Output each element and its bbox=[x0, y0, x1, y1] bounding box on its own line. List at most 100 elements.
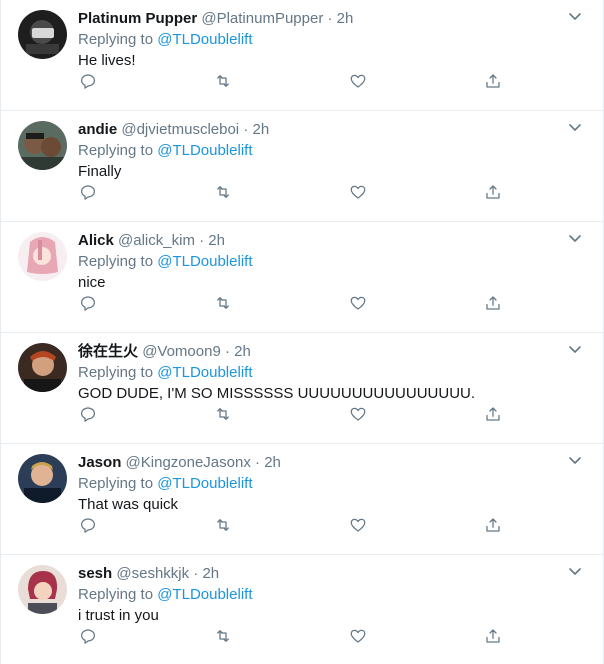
mention-link[interactable]: @TLDoublelift bbox=[157, 364, 252, 381]
tweet-actions bbox=[78, 513, 518, 537]
user-handle[interactable]: @djvietmuscleboi bbox=[121, 121, 239, 138]
tweet[interactable]: Jason @KingzoneJasonx · 2h Replying to @… bbox=[1, 444, 603, 555]
reply-icon[interactable] bbox=[76, 291, 100, 315]
reply-icon[interactable] bbox=[76, 513, 100, 537]
display-name[interactable]: sesh bbox=[78, 565, 112, 582]
display-name[interactable]: 徐在生火 bbox=[78, 343, 138, 360]
tweet-header: andie @djvietmuscleboi · 2h bbox=[78, 120, 269, 140]
tweet[interactable]: 徐在生火 @Vomoon9 · 2h Replying to @TLDouble… bbox=[1, 333, 603, 444]
avatar-image bbox=[18, 343, 67, 392]
avatar-image bbox=[18, 454, 67, 503]
mention-link[interactable]: @TLDoublelift bbox=[157, 475, 252, 492]
retweet-icon[interactable] bbox=[211, 69, 235, 93]
chevron-down-icon[interactable] bbox=[567, 341, 583, 357]
retweet-icon[interactable] bbox=[211, 624, 235, 648]
reply-icon[interactable] bbox=[76, 180, 100, 204]
tweet[interactable]: Platinum Pupper @PlatinumPupper · 2h Rep… bbox=[1, 0, 603, 111]
separator-dot: · bbox=[199, 232, 205, 249]
replying-to-label: Replying to bbox=[78, 31, 154, 48]
retweet-icon[interactable] bbox=[211, 180, 235, 204]
tweet-actions bbox=[78, 180, 518, 204]
chevron-down-icon[interactable] bbox=[567, 119, 583, 135]
user-handle[interactable]: @PlatinumPupper bbox=[201, 10, 323, 27]
replying-to-label: Replying to bbox=[78, 142, 154, 159]
timestamp[interactable]: 2h bbox=[264, 454, 281, 471]
timestamp[interactable]: 2h bbox=[234, 343, 251, 360]
reply-feed: Platinum Pupper @PlatinumPupper · 2h Rep… bbox=[0, 0, 604, 664]
tweet[interactable]: Alick @alick_kim · 2h Replying to @TLDou… bbox=[1, 222, 603, 333]
avatar[interactable] bbox=[18, 565, 67, 614]
mention-link[interactable]: @TLDoublelift bbox=[157, 142, 252, 159]
mention-link[interactable]: @TLDoublelift bbox=[157, 586, 252, 603]
heart-icon[interactable] bbox=[346, 69, 370, 93]
retweet-icon[interactable] bbox=[211, 291, 235, 315]
heart-icon[interactable] bbox=[346, 624, 370, 648]
chevron-down-icon[interactable] bbox=[567, 8, 583, 24]
tweet-text: That was quick bbox=[78, 496, 179, 513]
display-name[interactable]: andie bbox=[78, 121, 117, 138]
mention-link[interactable]: @TLDoublelift bbox=[157, 31, 252, 48]
replying-to: Replying to @TLDoublelift bbox=[78, 474, 253, 494]
retweet-icon[interactable] bbox=[211, 513, 235, 537]
replying-to: Replying to @TLDoublelift bbox=[78, 363, 253, 383]
reply-icon[interactable] bbox=[76, 69, 100, 93]
timestamp[interactable]: 2h bbox=[252, 121, 269, 138]
retweet-icon[interactable] bbox=[211, 402, 235, 426]
avatar-image bbox=[18, 10, 67, 59]
user-handle[interactable]: @seshkkjk bbox=[116, 565, 189, 582]
replying-to: Replying to @TLDoublelift bbox=[78, 585, 253, 605]
chevron-down-icon[interactable] bbox=[567, 563, 583, 579]
heart-icon[interactable] bbox=[346, 513, 370, 537]
separator-dot: · bbox=[327, 10, 333, 27]
replying-to-label: Replying to bbox=[78, 475, 154, 492]
share-icon[interactable] bbox=[481, 513, 505, 537]
avatar-image bbox=[18, 232, 67, 281]
timestamp[interactable]: 2h bbox=[337, 10, 354, 27]
tweet-header: 徐在生火 @Vomoon9 · 2h bbox=[78, 342, 251, 362]
avatar[interactable] bbox=[18, 10, 67, 59]
reply-icon[interactable] bbox=[76, 402, 100, 426]
tweet[interactable]: sesh @seshkkjk · 2h Replying to @TLDoubl… bbox=[1, 555, 603, 664]
tweet-text: i trust in you bbox=[78, 607, 159, 624]
replying-to: Replying to @TLDoublelift bbox=[78, 252, 253, 272]
timestamp[interactable]: 2h bbox=[208, 232, 225, 249]
separator-dot: · bbox=[243, 121, 249, 138]
share-icon[interactable] bbox=[481, 291, 505, 315]
tweet-header: Jason @KingzoneJasonx · 2h bbox=[78, 453, 281, 473]
heart-icon[interactable] bbox=[346, 402, 370, 426]
replying-to-label: Replying to bbox=[78, 253, 154, 270]
share-icon[interactable] bbox=[481, 69, 505, 93]
tweet-text: GOD DUDE, I'M SO MISSSSSS UUUUUUUUUUUUUU… bbox=[78, 385, 476, 402]
display-name[interactable]: Platinum Pupper bbox=[78, 10, 197, 27]
timestamp[interactable]: 2h bbox=[202, 565, 219, 582]
chevron-down-icon[interactable] bbox=[567, 452, 583, 468]
replying-to: Replying to @TLDoublelift bbox=[78, 141, 253, 161]
avatar[interactable] bbox=[18, 232, 67, 281]
heart-icon[interactable] bbox=[346, 291, 370, 315]
user-handle[interactable]: @KingzoneJasonx bbox=[126, 454, 251, 471]
chevron-down-icon[interactable] bbox=[567, 230, 583, 246]
avatar-image bbox=[18, 565, 67, 614]
share-icon[interactable] bbox=[481, 402, 505, 426]
user-handle[interactable]: @alick_kim bbox=[118, 232, 195, 249]
avatar-image bbox=[18, 121, 67, 170]
mention-link[interactable]: @TLDoublelift bbox=[157, 253, 252, 270]
reply-icon[interactable] bbox=[76, 624, 100, 648]
tweet-header: Platinum Pupper @PlatinumPupper · 2h bbox=[78, 9, 353, 29]
tweet-actions bbox=[78, 402, 518, 426]
separator-dot: · bbox=[255, 454, 261, 471]
heart-icon[interactable] bbox=[346, 180, 370, 204]
avatar[interactable] bbox=[18, 454, 67, 503]
user-handle[interactable]: @Vomoon9 bbox=[142, 343, 221, 360]
avatar[interactable] bbox=[18, 343, 67, 392]
avatar[interactable] bbox=[18, 121, 67, 170]
tweet-actions bbox=[78, 624, 518, 648]
tweet-text: Finally bbox=[78, 163, 122, 180]
tweet-text: He lives! bbox=[78, 52, 136, 69]
display-name[interactable]: Alick bbox=[78, 232, 114, 249]
display-name[interactable]: Jason bbox=[78, 454, 121, 471]
tweet[interactable]: andie @djvietmuscleboi · 2h Replying to … bbox=[1, 111, 603, 222]
share-icon[interactable] bbox=[481, 180, 505, 204]
share-icon[interactable] bbox=[481, 624, 505, 648]
replying-to-label: Replying to bbox=[78, 364, 154, 381]
